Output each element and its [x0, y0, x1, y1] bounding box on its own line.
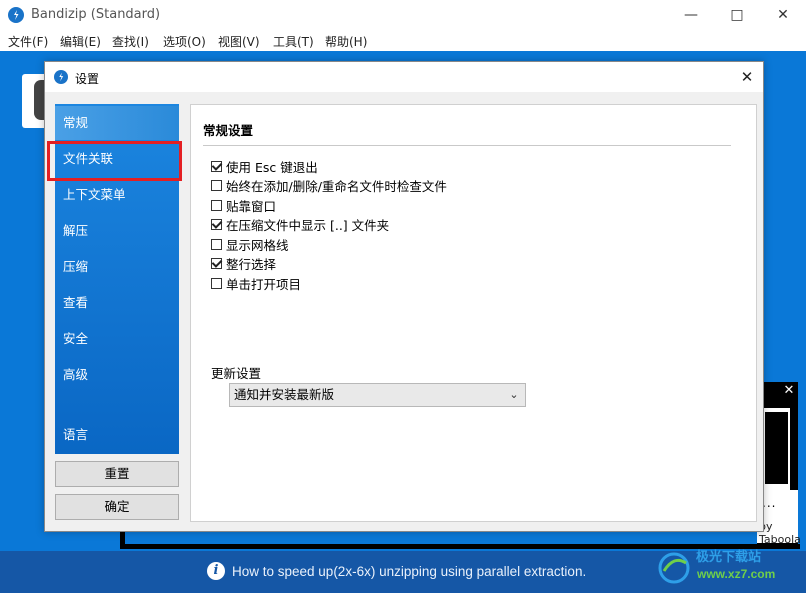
menu-view[interactable]: 视图(V)	[218, 33, 260, 50]
menu-help[interactable]: 帮助(H)	[325, 33, 367, 50]
title-bar: Bandizip (Standard) — □ ✕	[0, 0, 806, 30]
sidebar-item-general[interactable]: 常规	[55, 106, 179, 140]
close-icon[interactable]: ✕	[735, 66, 759, 88]
option-label: 始终在添加/删除/重命名文件时检查文件	[226, 178, 447, 194]
minimize-icon[interactable]: —	[668, 0, 714, 30]
update-settings-label: 更新设置	[211, 366, 262, 381]
sidebar-item-advanced[interactable]: 高级	[55, 358, 179, 392]
sidebar-item-context-menu[interactable]: 上下文菜单	[55, 178, 179, 212]
watermark-url: www.xz7.com	[697, 567, 776, 581]
maximize-icon[interactable]: □	[714, 0, 760, 30]
option-label: 单击打开项目	[226, 276, 302, 292]
window-title: Bandizip (Standard)	[31, 7, 161, 22]
option-show-parent-folder[interactable]: 在压缩文件中显示 [..] 文件夹	[211, 216, 390, 233]
sidebar-item-compress[interactable]: 压缩	[55, 250, 179, 284]
sidebar-item-view[interactable]: 查看	[55, 286, 179, 320]
menu-tools[interactable]: 工具(T)	[273, 33, 314, 50]
option-check-files[interactable]: 始终在添加/删除/重命名文件时检查文件	[211, 177, 447, 194]
divider	[203, 145, 731, 146]
update-select[interactable]: 通知并安装最新版 ⌄	[229, 383, 526, 407]
bandizip-logo-icon	[8, 7, 24, 23]
checkbox[interactable]	[211, 218, 222, 230]
update-select-value: 通知并安装最新版	[234, 387, 335, 402]
reset-button[interactable]: 重置	[55, 461, 179, 487]
option-label: 整行选择	[226, 256, 277, 272]
option-label: 使用 Esc 键退出	[226, 159, 318, 175]
close-icon[interactable]: ✕	[760, 0, 806, 30]
general-settings-panel: 常规设置 使用 Esc 键退出 始终在添加/删除/重命名文件时检查文件 贴靠窗口…	[190, 104, 757, 522]
ad-brand: by Taboola	[759, 520, 801, 546]
dialog-title-bar: 设置 ✕	[45, 62, 763, 92]
info-icon: i	[207, 562, 225, 580]
dialog-title: 设置	[75, 72, 100, 86]
option-show-gridlines[interactable]: 显示网格线	[211, 236, 289, 253]
status-tip[interactable]: How to speed up(2x-6x) unzipping using p…	[232, 564, 586, 579]
ad-image[interactable]	[765, 412, 788, 484]
checkbox[interactable]	[211, 257, 222, 269]
option-single-click-open[interactable]: 单击打开项目	[211, 275, 302, 292]
menu-file[interactable]: 文件(F)	[8, 33, 48, 50]
menu-find[interactable]: 查找(I)	[112, 33, 149, 50]
sidebar-item-security[interactable]: 安全	[55, 322, 179, 356]
bandizip-logo-icon	[54, 70, 68, 84]
checkbox[interactable]	[211, 199, 222, 211]
menu-bar: 文件(F) 编辑(E) 查找(I) 选项(O) 视图(V) 工具(T) 帮助(H…	[0, 30, 806, 51]
panel-heading: 常规设置	[203, 123, 254, 138]
watermark-name: 极光下载站	[696, 549, 762, 564]
settings-dialog: 设置 ✕ 常规 文件关联 上下文菜单 解压 压缩 查看 安全 高级 语言 重置 …	[44, 61, 764, 532]
ad-more[interactable]: ...	[762, 496, 776, 510]
checkbox[interactable]	[211, 160, 222, 172]
checkbox[interactable]	[211, 277, 222, 289]
menu-options[interactable]: 选项(O)	[163, 33, 206, 50]
annotation-highlight	[47, 141, 182, 181]
chevron-down-icon: ⌄	[509, 388, 519, 401]
sidebar-item-language[interactable]: 语言	[55, 418, 179, 452]
ok-button[interactable]: 确定	[55, 494, 179, 520]
ad-close-icon[interactable]: ✕	[780, 383, 798, 399]
option-esc-exit[interactable]: 使用 Esc 键退出	[211, 158, 318, 175]
checkbox[interactable]	[211, 179, 222, 191]
option-label: 显示网格线	[226, 237, 289, 253]
option-full-row-select[interactable]: 整行选择	[211, 255, 277, 272]
watermark-logo-icon	[658, 552, 690, 584]
menu-edit[interactable]: 编辑(E)	[60, 33, 101, 50]
option-label: 在压缩文件中显示 [..] 文件夹	[226, 217, 390, 233]
option-label: 贴靠窗口	[226, 198, 277, 214]
checkbox[interactable]	[211, 238, 222, 250]
option-snap-window[interactable]: 贴靠窗口	[211, 197, 277, 214]
sidebar-item-extract[interactable]: 解压	[55, 214, 179, 248]
